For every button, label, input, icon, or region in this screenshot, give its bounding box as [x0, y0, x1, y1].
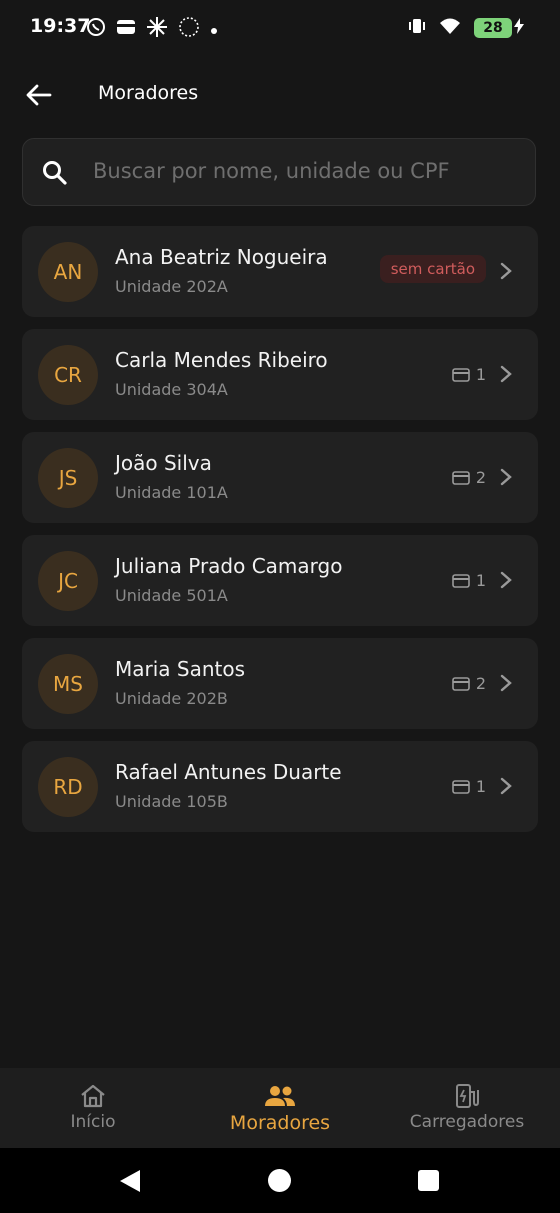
resident-name: Rafael Antunes Duarte [115, 760, 342, 784]
chevron-right-icon [500, 571, 512, 589]
wifi-icon [438, 16, 462, 40]
card-icon [452, 779, 470, 794]
resident-name: Carla Mendes Ribeiro [115, 348, 328, 372]
charger-icon [456, 1084, 479, 1108]
system-back-icon[interactable] [118, 1168, 142, 1194]
dot-icon [210, 20, 218, 39]
card-count-value: 1 [475, 571, 486, 590]
card-icon [452, 470, 470, 485]
card-count-value: 1 [475, 365, 486, 384]
card-icon [452, 367, 470, 382]
card-count: 1 [452, 777, 486, 796]
resident-unit: Unidade 101A [115, 483, 228, 502]
app-bar: Moradores [0, 68, 560, 124]
avatar: CR [38, 345, 98, 405]
resident-name: João Silva [115, 451, 212, 475]
battery-level: 28 [483, 20, 503, 36]
resident-row[interactable]: RD Rafael Antunes Duarte Unidade 105B 1 [22, 741, 538, 832]
resident-row[interactable]: CR Carla Mendes Ribeiro Unidade 304A 1 [22, 329, 538, 420]
chevron-right-icon [500, 674, 512, 692]
resident-unit: Unidade 105B [115, 792, 228, 811]
resident-name: Juliana Prado Camargo [115, 554, 343, 578]
resident-row[interactable]: AN Ana Beatriz Nogueira Unidade 202A sem… [22, 226, 538, 317]
card-icon [452, 676, 470, 691]
residents-list: AN Ana Beatriz Nogueira Unidade 202A sem… [22, 226, 538, 844]
status-bar: 19:37 28 [0, 0, 560, 56]
nav-chargers-label: Carregadores [409, 1112, 525, 1132]
avatar: RD [38, 757, 98, 817]
system-nav-bar [0, 1148, 560, 1213]
charging-icon [514, 18, 524, 38]
resident-row[interactable]: JC Juliana Prado Camargo Unidade 501A 1 [22, 535, 538, 626]
page-title: Moradores [98, 82, 199, 104]
resident-row[interactable]: MS Maria Santos Unidade 202B 2 [22, 638, 538, 729]
status-time: 19:37 [30, 15, 91, 37]
nav-chargers[interactable]: Carregadores [392, 1080, 542, 1132]
nav-home[interactable]: Início [18, 1080, 168, 1132]
card-count: 2 [452, 468, 486, 487]
avatar: JS [38, 448, 98, 508]
sparkle-icon [146, 16, 168, 42]
vibrate-icon [408, 16, 426, 40]
resident-name: Ana Beatriz Nogueira [115, 245, 328, 269]
nav-residents[interactable]: Moradores [205, 1080, 355, 1134]
card-icon [452, 573, 470, 588]
card-count-value: 2 [475, 468, 486, 487]
resident-row[interactable]: JS João Silva Unidade 101A 2 [22, 432, 538, 523]
resident-unit: Unidade 202B [115, 689, 228, 708]
nav-home-label: Início [70, 1112, 116, 1132]
system-home-icon[interactable] [268, 1169, 291, 1192]
resident-unit: Unidade 501A [115, 586, 228, 605]
chevron-right-icon [500, 777, 512, 795]
chevron-right-icon [500, 262, 512, 280]
card-count: 1 [452, 365, 486, 384]
search-box[interactable]: Buscar por nome, unidade ou CPF [22, 138, 536, 206]
home-icon [81, 1084, 105, 1108]
resident-unit: Unidade 304A [115, 380, 228, 399]
battery-indicator: 28 [474, 18, 512, 38]
chevron-right-icon [500, 365, 512, 383]
avatar: JC [38, 551, 98, 611]
avatar: AN [38, 242, 98, 302]
resident-name: Maria Santos [115, 657, 246, 681]
card-count: 2 [452, 674, 486, 693]
chevron-right-icon [500, 468, 512, 486]
resident-unit: Unidade 202A [115, 277, 228, 296]
no-card-badge: sem cartão [379, 255, 486, 283]
circle-dots-icon [178, 16, 200, 42]
card-count-value: 2 [475, 674, 486, 693]
whatsapp-icon [86, 17, 106, 41]
wallet-icon [116, 18, 136, 40]
status-right: 28 [408, 16, 524, 40]
people-icon [265, 1086, 295, 1106]
back-button[interactable] [24, 80, 54, 110]
card-count-value: 1 [475, 777, 486, 796]
notification-icons [86, 16, 218, 42]
search-input[interactable]: Buscar por nome, unidade ou CPF [93, 159, 450, 183]
bottom-nav: Início Moradores Carregadores [0, 1068, 560, 1148]
card-count: 1 [452, 571, 486, 590]
arrow-left-icon [26, 84, 52, 106]
nav-residents-label: Moradores [229, 1112, 331, 1134]
avatar: MS [38, 654, 98, 714]
system-recents-icon[interactable] [418, 1170, 439, 1191]
search-icon [43, 161, 67, 185]
